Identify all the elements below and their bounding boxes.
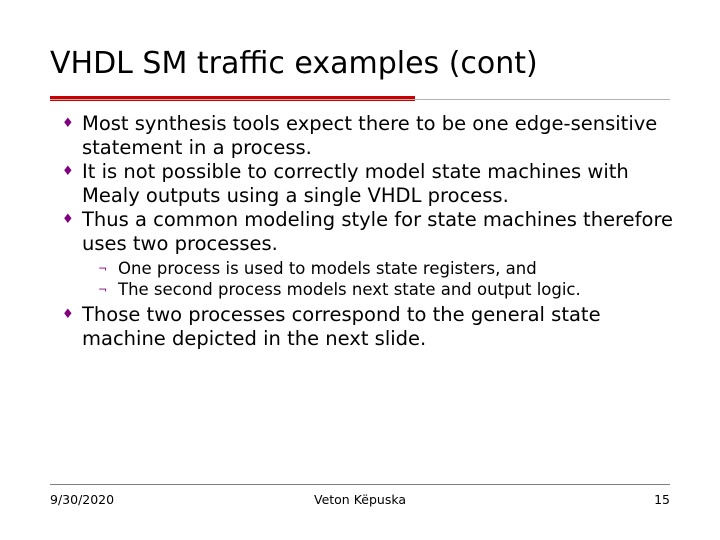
slide-body: ♦ Most synthesis tools expect there to b… <box>50 112 675 351</box>
page-title: VHDL SM traffic examples (cont) <box>50 46 538 81</box>
footer-page-number: 15 <box>654 492 670 507</box>
bullet-text: Thus a common modeling style for state m… <box>82 208 674 255</box>
bullet-item-3: ♦ Thus a common modeling style for state… <box>50 208 675 256</box>
diamond-bullet-icon: ♦ <box>62 307 74 322</box>
footer-author: Veton Këpuska <box>313 492 407 507</box>
title-underline-rule <box>50 99 670 100</box>
bullet-item-1: ♦ Most synthesis tools expect there to b… <box>50 112 675 160</box>
sub-bullet-item-2: ¬ The second process models next state a… <box>50 279 675 300</box>
bullet-item-4: ♦ Those two processes correspond to the … <box>50 303 675 351</box>
sub-bullet-text: One process is used to models state regi… <box>118 259 537 278</box>
diamond-bullet-icon: ♦ <box>62 164 74 179</box>
bullet-text: Most synthesis tools expect there to be … <box>82 112 658 159</box>
bullet-text: Those two processes correspond to the ge… <box>82 303 601 350</box>
slide-footer: 9/30/2020 Veton Këpuska 15 <box>50 492 670 512</box>
sub-bullet-item-1: ¬ One process is used to models state re… <box>50 258 675 279</box>
sub-bullet-text: The second process models next state and… <box>118 280 581 299</box>
slide: VHDL SM traffic examples (cont) ♦ Most s… <box>0 0 720 540</box>
sub-bullet-group: ¬ One process is used to models state re… <box>50 258 675 300</box>
bullet-item-2: ♦ It is not possible to correctly model … <box>50 160 675 208</box>
dash-bullet-icon: ¬ <box>98 262 108 275</box>
diamond-bullet-icon: ♦ <box>62 212 74 227</box>
diamond-bullet-icon: ♦ <box>62 116 74 131</box>
bullet-text: It is not possible to correctly model st… <box>82 160 629 207</box>
footer-divider <box>50 484 670 485</box>
dash-bullet-icon: ¬ <box>98 283 108 296</box>
